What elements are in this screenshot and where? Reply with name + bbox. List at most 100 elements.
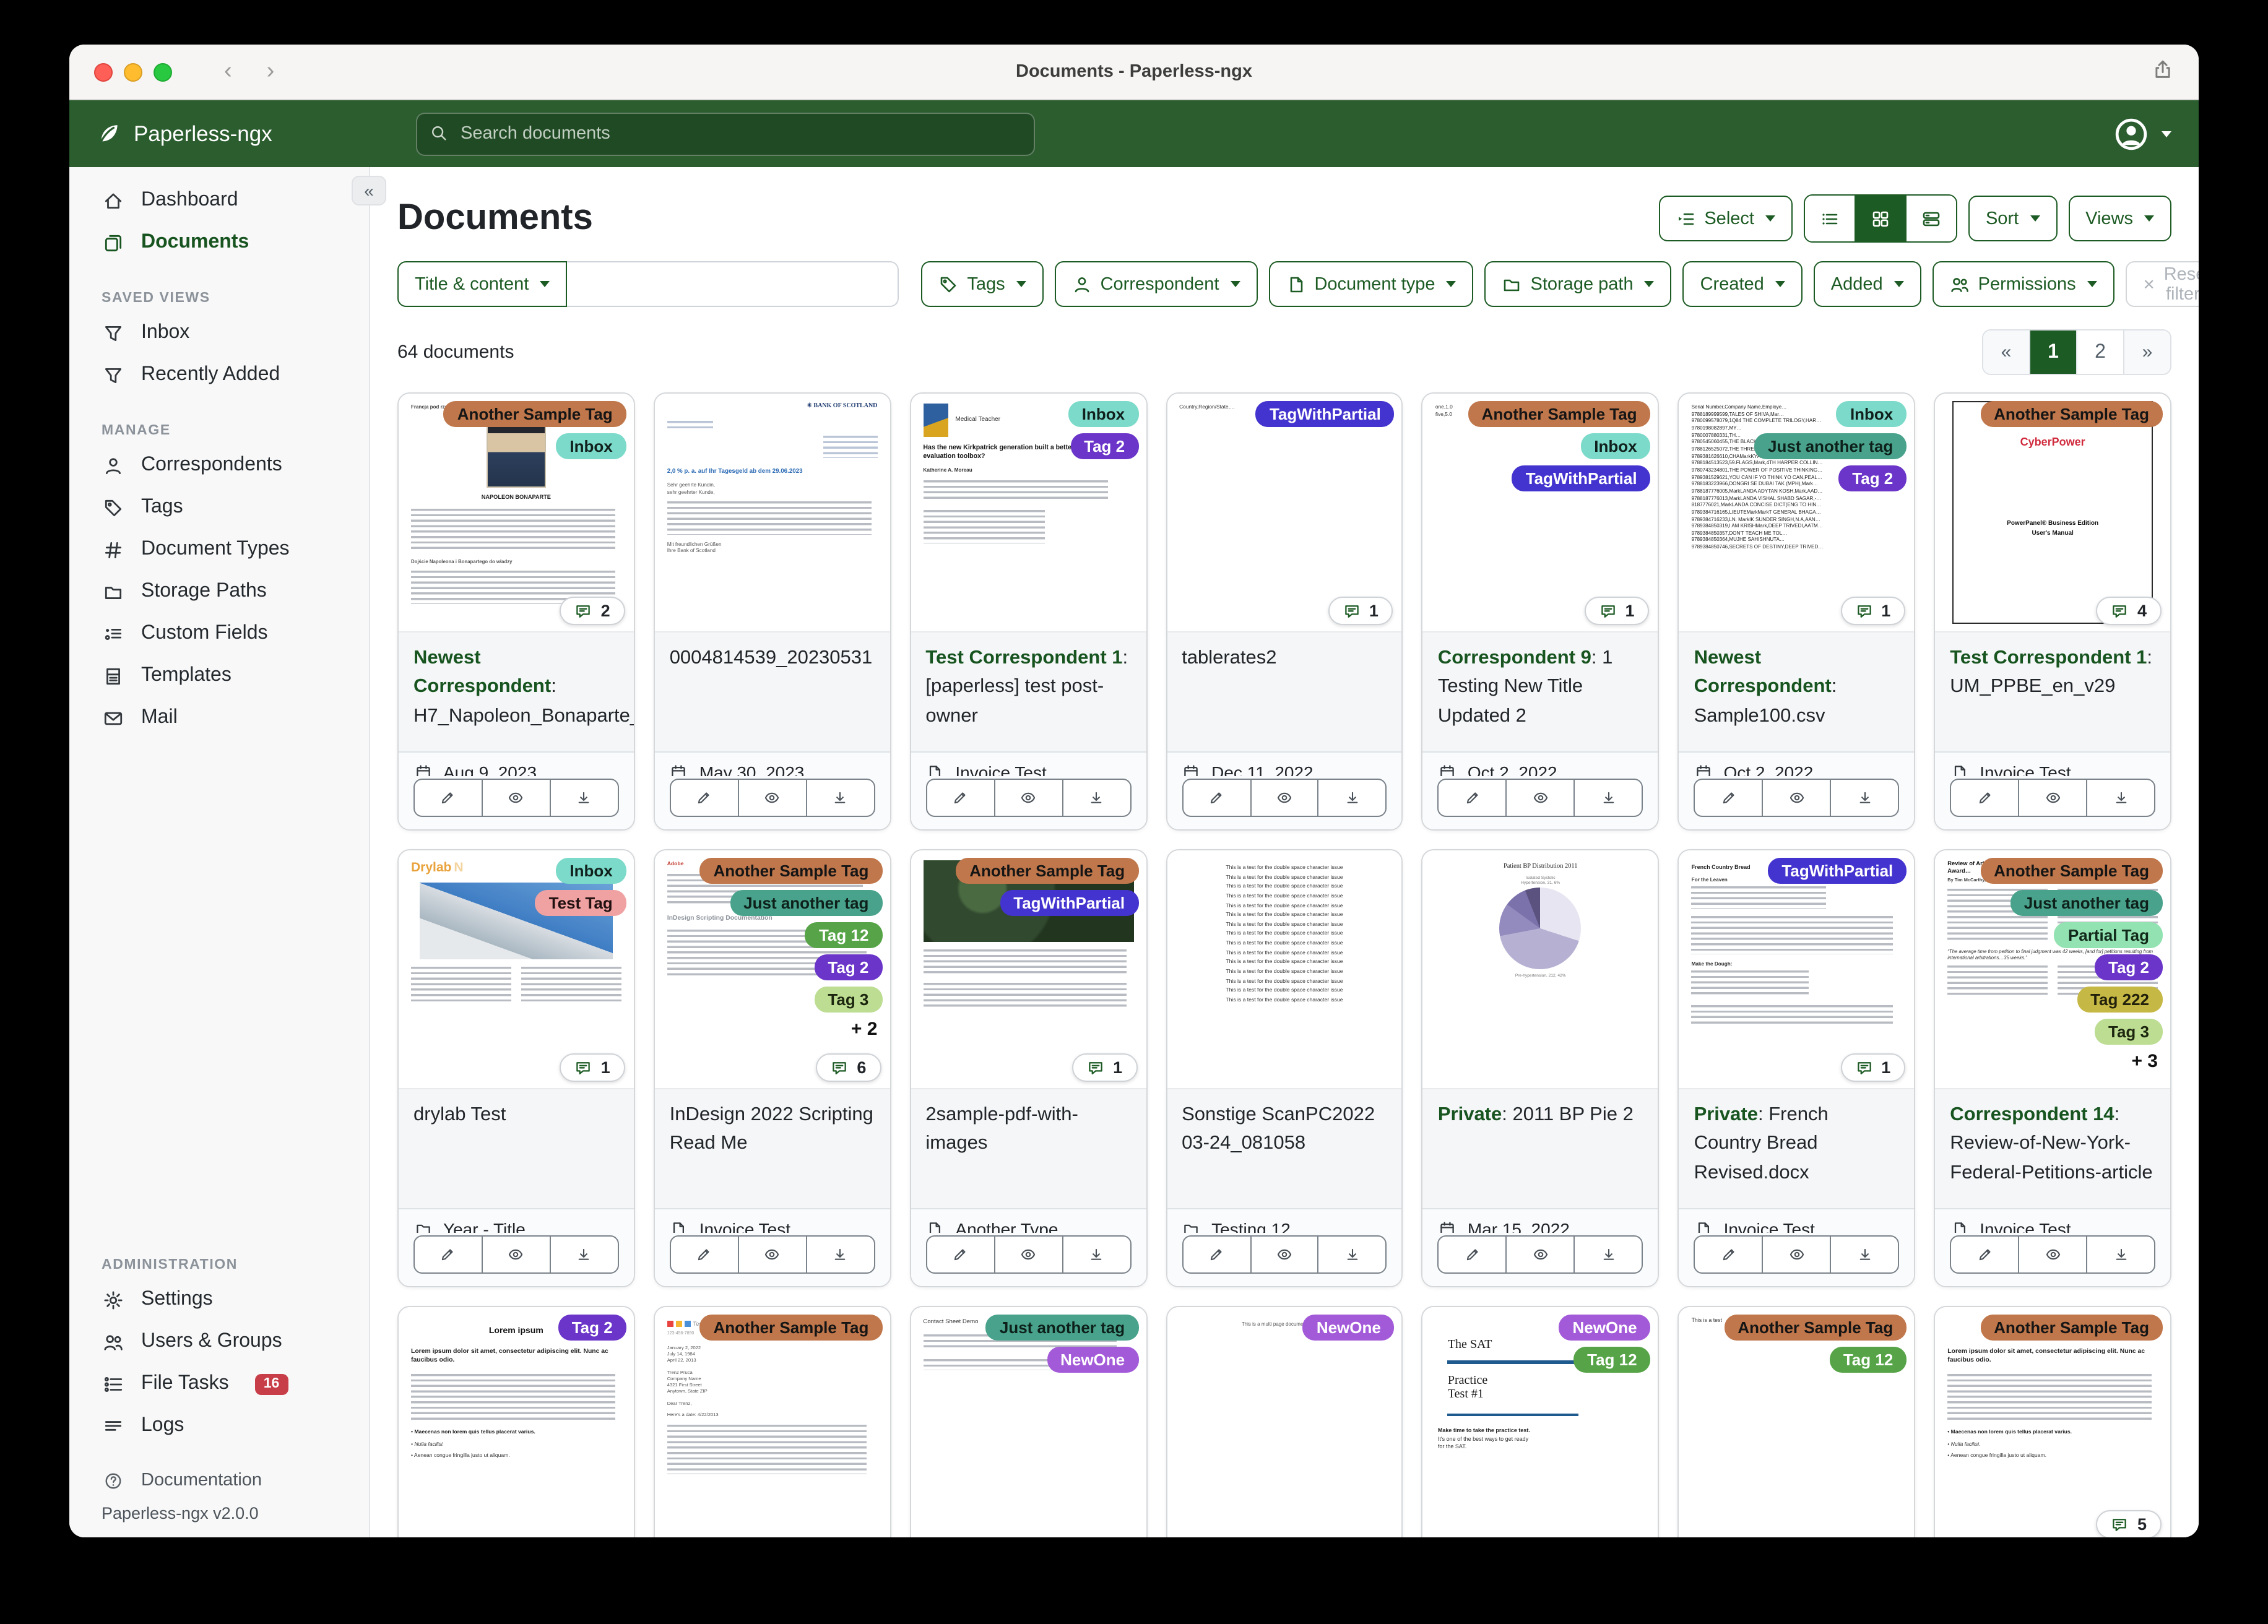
document-card[interactable]: ✳ BANK OF SCOTLAND 2,0 % p. a. auf Ihr Ta… <box>653 392 891 831</box>
edit-button[interactable] <box>671 1237 738 1272</box>
edit-button[interactable] <box>1695 780 1762 816</box>
download-button[interactable] <box>805 1237 874 1272</box>
download-button[interactable] <box>549 1237 618 1272</box>
tag-pill[interactable]: TagWithPartial <box>1768 858 1907 884</box>
document-title[interactable]: Private: 2011 BP Pie 2 <box>1422 1088 1658 1208</box>
sidebar-item-storage-paths[interactable]: Storage Paths <box>69 571 369 613</box>
document-card[interactable]: Another Sample Tag TagWithPartial 1 2sample… <box>909 849 1148 1287</box>
document-thumbnail[interactable]: Lorem ipsumLorem ipsum dolor sit amet, c… <box>1935 1307 2170 1537</box>
preview-button[interactable] <box>993 1237 1062 1272</box>
pagination-page-1[interactable]: 1 <box>2029 330 2076 374</box>
document-title[interactable]: tablerates2 <box>1167 631 1402 751</box>
document-thumbnail[interactable]: Country,Region/State,… TagWithPartial 1 <box>1167 394 1402 631</box>
tag-pill[interactable]: Another Sample Tag <box>1724 1315 1907 1341</box>
share-icon[interactable] <box>2152 58 2174 86</box>
forward-icon[interactable]: › <box>267 58 275 85</box>
document-card[interactable]: This is a test for the double space char… <box>1166 849 1403 1287</box>
sidebar-item-documents[interactable]: Documents <box>69 222 369 264</box>
notes-badge[interactable]: 1 <box>1584 597 1650 625</box>
tag-pill[interactable]: Test Tag <box>535 890 626 916</box>
notes-badge[interactable]: 1 <box>1328 597 1393 625</box>
preview-button[interactable] <box>1250 1237 1318 1272</box>
preview-button[interactable] <box>1762 1237 1830 1272</box>
tag-pill[interactable]: Tag 12 <box>1573 1347 1651 1373</box>
preview-button[interactable] <box>1250 780 1318 816</box>
sidebar-collapse-button[interactable]: « <box>352 176 386 205</box>
download-button[interactable] <box>1062 1237 1130 1272</box>
sidebar-item-inbox[interactable]: Inbox <box>69 312 369 354</box>
edit-button[interactable] <box>1695 1237 1762 1272</box>
notes-badge[interactable]: 1 <box>1840 1053 1906 1082</box>
tag-pill[interactable]: Inbox <box>1068 401 1139 427</box>
tag-pill[interactable]: Another Sample Tag <box>1980 401 2163 427</box>
notes-badge[interactable]: 2 <box>560 597 625 625</box>
sidebar-item-templates[interactable]: Templates <box>69 655 369 697</box>
preview-button[interactable] <box>737 780 806 816</box>
document-card[interactable]: Adobe InDesign Scripting Documentation Ano… <box>653 849 891 1287</box>
edit-button[interactable] <box>1439 1237 1506 1272</box>
tag-pill[interactable]: Another Sample Tag <box>699 1315 883 1341</box>
filter-correspondent-button[interactable]: Correspondent <box>1054 261 1258 307</box>
document-thumbnail[interactable]: ✳ BANK OF SCOTLAND 2,0 % p. a. auf Ihr Ta… <box>654 394 890 631</box>
document-card[interactable]: Medical Teacher Has the new Kirkpatrick g… <box>909 392 1148 831</box>
download-button[interactable] <box>1573 780 1642 816</box>
filter-created-button[interactable]: Created <box>1682 261 1803 307</box>
document-thumbnail[interactable]: French Country Bread For the Leaven Make t… <box>1679 850 1915 1088</box>
sidebar-item-document-types[interactable]: Document Types <box>69 529 369 571</box>
document-thumbnail[interactable]: Contact Sheet Demo Just another tag NewOne <box>911 1307 1146 1537</box>
pagination-last-button[interactable]: » <box>2123 330 2170 374</box>
tag-pill[interactable]: Just another tag <box>985 1315 1139 1341</box>
document-title[interactable]: Test Correspondent 1: [paperless] test p… <box>911 631 1146 751</box>
sidebar-item-custom-fields[interactable]: Custom Fields <box>69 613 369 655</box>
download-button[interactable] <box>1317 780 1386 816</box>
document-card[interactable]: Lorem ipsumLorem ipsum dolor sit amet, c… <box>397 1306 635 1537</box>
tag-pill[interactable]: Tag 2 <box>1070 433 1139 459</box>
edit-button[interactable] <box>1439 780 1506 816</box>
preview-button[interactable] <box>1505 780 1574 816</box>
edit-button[interactable] <box>415 780 482 816</box>
preview-button[interactable] <box>1762 780 1830 816</box>
pagination-first-button[interactable]: « <box>1983 330 2029 374</box>
notes-badge[interactable]: 1 <box>560 1053 625 1082</box>
document-title[interactable]: Private: French Country Bread Revised.do… <box>1679 1088 1915 1208</box>
download-button[interactable] <box>1830 780 1898 816</box>
notes-badge[interactable]: 6 <box>816 1053 881 1082</box>
filter-document-type-button[interactable]: Document type <box>1268 261 1474 307</box>
document-card[interactable]: Patient BP Distribution 2011 Isolated Sys… <box>1421 849 1660 1287</box>
app-brand[interactable]: Paperless-ngx <box>97 121 416 147</box>
tag-pill[interactable]: NewOne <box>1047 1347 1139 1373</box>
notes-badge[interactable]: 5 <box>2096 1510 2162 1537</box>
download-button[interactable] <box>2086 780 2154 816</box>
sidebar-item-users-groups[interactable]: Users & Groups <box>69 1321 369 1363</box>
document-thumbnail[interactable]: Medical Teacher Has the new Kirkpatrick g… <box>911 394 1146 631</box>
edit-button[interactable] <box>671 780 738 816</box>
document-card[interactable]: Lorem ipsumLorem ipsum dolor sit amet, c… <box>1934 1306 2171 1537</box>
edit-button[interactable] <box>1183 1237 1250 1272</box>
tag-pill[interactable]: Just another tag <box>1754 433 1907 459</box>
tag-pill[interactable]: Partial Tag <box>2054 922 2163 948</box>
tag-pill[interactable]: Tag 2 <box>2095 954 2163 980</box>
tag-pill[interactable]: Another Sample Tag <box>699 858 883 884</box>
download-button[interactable] <box>1830 1237 1898 1272</box>
view-grid-button[interactable] <box>1854 196 1905 241</box>
tag-pill[interactable]: Inbox <box>556 858 626 884</box>
edit-button[interactable] <box>927 780 993 816</box>
document-thumbnail[interactable]: Francja pod rząd… NAPOLEON BONAPARTE Dojśc… <box>399 394 634 631</box>
document-title[interactable]: Correspondent 9: 1 Testing New Title Upd… <box>1422 631 1658 751</box>
tag-pill[interactable]: Tag 3 <box>814 987 883 1013</box>
document-thumbnail[interactable]: This is a test for the double space char… <box>1167 850 1402 1088</box>
download-button[interactable] <box>1573 1237 1642 1272</box>
edit-button[interactable] <box>1183 780 1250 816</box>
minimize-window-button[interactable] <box>124 63 142 81</box>
notes-badge[interactable]: 4 <box>2096 597 2162 625</box>
sidebar-item-tags[interactable]: Tags <box>69 486 369 529</box>
document-card[interactable]: one,1.0 five,5.0 Another Sample Tag Inbox T… <box>1421 392 1660 831</box>
view-detail-button[interactable] <box>1905 196 1956 241</box>
sort-button[interactable]: Sort <box>1968 196 2058 241</box>
document-card[interactable]: The SAT Practice Test #1 Make time to take… <box>1421 1306 1660 1537</box>
document-thumbnail[interactable]: Lorem ipsumLorem ipsum dolor sit amet, c… <box>399 1307 634 1537</box>
select-button[interactable]: Select <box>1658 196 1793 241</box>
tag-pill[interactable]: Tag 2 <box>814 954 883 980</box>
view-list-button[interactable] <box>1804 196 1855 241</box>
filter-storage-path-button[interactable]: Storage path <box>1484 261 1672 307</box>
